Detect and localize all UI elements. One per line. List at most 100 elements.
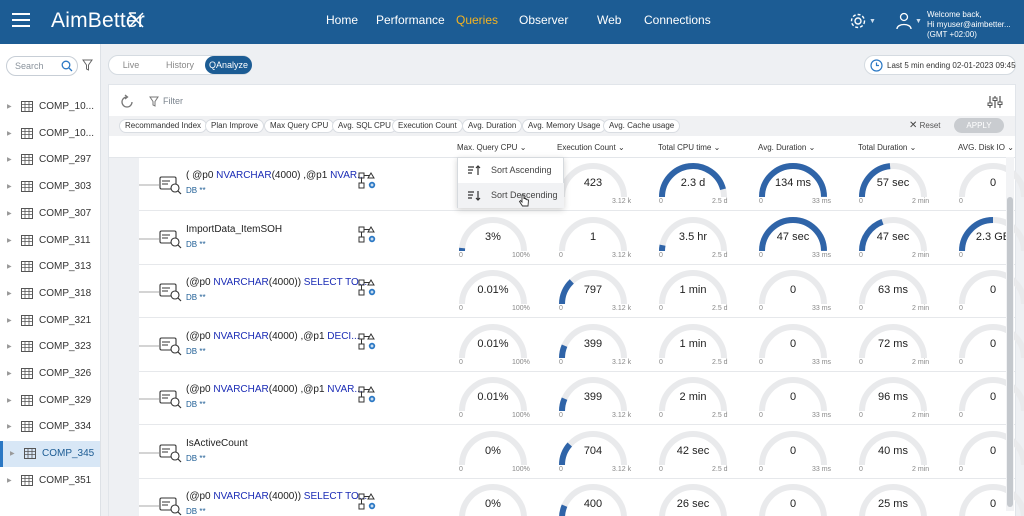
col-total-duration[interactable]: Total Duration ⌄ — [858, 143, 916, 152]
reset-button[interactable]: ✕ Reset — [909, 120, 941, 131]
chevron-right-icon[interactable]: ▶ — [7, 183, 12, 190]
execution-plan-icon[interactable] — [358, 493, 376, 511]
menu-icon[interactable] — [12, 13, 30, 27]
chevron-right-icon[interactable]: ▶ — [7, 210, 12, 217]
query-keyword: NVARCHAR — [213, 330, 269, 342]
sidebar-item[interactable]: ▶ COMP_323 — [0, 334, 100, 360]
nav-home[interactable]: Home — [326, 13, 358, 27]
query-text[interactable]: ( @p0 NVARCHAR(4000) ,@p1 NVAR... — [186, 170, 365, 181]
gauge-min: 0 — [959, 465, 963, 473]
time-range-selector[interactable]: Last 5 min ending 02-01-2023 09:45 — [864, 55, 1016, 75]
chevron-right-icon[interactable]: ▶ — [7, 103, 12, 110]
sidebar-item[interactable]: ▶ COMP_351 — [0, 468, 100, 494]
gauge-min: 0 — [459, 412, 463, 419]
refresh-icon[interactable] — [119, 94, 135, 110]
query-text[interactable]: (@p0 NVARCHAR(4000) ,@p1 DECI... — [186, 331, 360, 342]
tab-live[interactable]: Live — [111, 56, 151, 74]
table-row[interactable]: (@p0 NVARCHAR(4000) ,@p1 NVAR... DB ** 0.0… — [139, 372, 1024, 425]
chip-recommanded-index[interactable]: Recommanded Index — [119, 119, 208, 133]
sidebar-item[interactable]: ▶ COMP_329 — [0, 388, 100, 414]
gauge-min: 0 — [659, 465, 663, 473]
execution-plan-icon[interactable] — [358, 386, 376, 404]
sidebar-item[interactable]: ▶ COMP_10... — [0, 121, 100, 147]
chevron-right-icon[interactable]: ▶ — [7, 343, 12, 350]
nav-queries[interactable]: Queries — [456, 13, 498, 27]
table-row[interactable]: (@p0 NVARCHAR(4000)) SELECT TO... DB ** 0%… — [139, 479, 1024, 516]
chevron-right-icon[interactable]: ▶ — [7, 477, 12, 484]
sidebar-item[interactable]: ▶ COMP_297 — [0, 147, 100, 173]
sidebar-item[interactable]: ▶ COMP_311 — [0, 228, 100, 254]
query-text[interactable]: IsActiveCount — [186, 438, 248, 449]
chevron-right-icon[interactable]: ▶ — [7, 423, 12, 430]
sidebar-item[interactable]: ▶ COMP_334 — [0, 414, 100, 440]
chip-avg-memory-usage[interactable]: Avg. Memory Usage — [522, 119, 607, 133]
chevron-right-icon[interactable]: ▶ — [10, 450, 15, 457]
chip-execution-count[interactable]: Execution Count — [392, 119, 463, 133]
chevron-right-icon[interactable]: ▶ — [7, 263, 12, 270]
column-settings-icon[interactable] — [987, 95, 1003, 109]
sidebar-item[interactable]: ▶ COMP_345 — [0, 441, 100, 468]
database-name: DB ** — [186, 507, 206, 516]
tab-history[interactable]: History — [157, 56, 203, 74]
sidebar-item[interactable]: ▶ COMP_313 — [0, 254, 100, 280]
chevron-down-icon[interactable]: ▼ — [915, 18, 922, 25]
sidebar-item[interactable]: ▶ COMP_307 — [0, 201, 100, 227]
execution-plan-icon[interactable] — [358, 332, 376, 351]
filter-icon[interactable] — [149, 96, 159, 107]
metric-gauge: 0%0100% — [457, 481, 553, 516]
table-row[interactable]: ImportData_ItemSOH DB ** 3% 0 100% 1 0 3.12 k 3.… — [139, 211, 1024, 265]
chevron-right-icon[interactable]: ▶ — [7, 156, 12, 163]
sort-ascending-option[interactable]: Sort Ascending — [458, 158, 564, 183]
execution-plan-icon[interactable] — [358, 172, 376, 190]
tab-qanalyze[interactable]: QAnalyze — [205, 56, 252, 74]
nav-performance[interactable]: Performance — [376, 13, 445, 27]
search-icon[interactable] — [61, 60, 73, 72]
table-row[interactable]: ( @p0 NVARCHAR(4000) ,@p1 NVAR... DB ** 42… — [139, 158, 1024, 211]
query-text[interactable]: ImportData_ItemSOH — [186, 224, 282, 235]
chevron-right-icon[interactable]: ▶ — [7, 130, 12, 137]
execution-plan-icon[interactable] — [358, 279, 376, 297]
chip-max-query-cpu[interactable]: Max Query CPU — [264, 119, 335, 133]
sidebar-item[interactable]: ▶ COMP_321 — [0, 308, 100, 334]
user-icon[interactable] — [896, 12, 912, 30]
chip-avg-sql-cpu[interactable]: Avg. SQL CPU — [332, 119, 397, 133]
col-total-cpu-time[interactable]: Total CPU time ⌄ — [658, 143, 720, 152]
sidebar-item[interactable]: ▶ COMP_326 — [0, 361, 100, 387]
sidebar-item[interactable]: ▶ COMP_10... — [0, 94, 100, 120]
sidebar-item[interactable]: ▶ COMP_318 — [0, 281, 100, 307]
query-text[interactable]: (@p0 NVARCHAR(4000)) SELECT TO... — [186, 491, 367, 502]
filter-icon[interactable] — [82, 59, 93, 71]
apply-button[interactable]: APPLY — [954, 118, 1004, 133]
gear-icon[interactable] — [849, 12, 867, 30]
table-row[interactable]: IsActiveCount DB ** 0% 0 100% 704 0 3.12 k 42 se… — [139, 425, 1024, 479]
filter-label[interactable]: Filter — [163, 96, 183, 106]
query-text[interactable]: (@p0 NVARCHAR(4000)) SELECT TO... — [186, 277, 367, 288]
scrollbar-thumb[interactable] — [1007, 197, 1013, 507]
nav-observer[interactable]: Observer — [519, 13, 568, 27]
table-row[interactable]: (@p0 NVARCHAR(4000)) SELECT TO... DB ** 0.… — [139, 265, 1024, 318]
nav-web[interactable]: Web — [597, 13, 621, 27]
nav-connections[interactable]: Connections — [644, 13, 711, 27]
table-row[interactable]: (@p0 NVARCHAR(4000) ,@p1 DECI... DB ** 0.0… — [139, 318, 1024, 372]
chevron-right-icon[interactable]: ▶ — [7, 237, 12, 244]
sort-descending-option[interactable]: Sort Descending — [458, 183, 564, 208]
chevron-right-icon[interactable]: ▶ — [7, 397, 12, 404]
chevron-down-icon[interactable]: ▼ — [869, 18, 876, 25]
sidebar-item[interactable]: ▶ COMP_303 — [0, 174, 100, 200]
chevron-down-icon: ⌄ — [808, 143, 816, 152]
vertical-scrollbar[interactable] — [1006, 157, 1014, 511]
chip-avg-duration[interactable]: Avg. Duration — [462, 119, 523, 133]
execution-plan-icon[interactable] — [358, 225, 376, 244]
chip-avg-cache-usage[interactable]: Avg. Cache usage — [603, 119, 681, 133]
col-max-query-cpu[interactable]: Max. Query CPU ⌄ — [457, 143, 526, 152]
col-execution-count[interactable]: Execution Count ⌄ — [557, 143, 625, 152]
col-avg-disk-io[interactable]: AVG. Disk IO ⌄ — [958, 143, 1014, 152]
chip-plan-improve[interactable]: Plan Improve — [205, 119, 265, 133]
search-input[interactable]: Search — [6, 56, 78, 76]
chevron-right-icon[interactable]: ▶ — [7, 317, 12, 324]
col-avg-duration[interactable]: Avg. Duration ⌄ — [758, 143, 815, 152]
query-text[interactable]: (@p0 NVARCHAR(4000) ,@p1 NVAR... — [186, 384, 363, 395]
chevron-right-icon[interactable]: ▶ — [7, 370, 12, 377]
sidebar-item-label: COMP_313 — [39, 261, 92, 273]
chevron-right-icon[interactable]: ▶ — [7, 290, 12, 297]
